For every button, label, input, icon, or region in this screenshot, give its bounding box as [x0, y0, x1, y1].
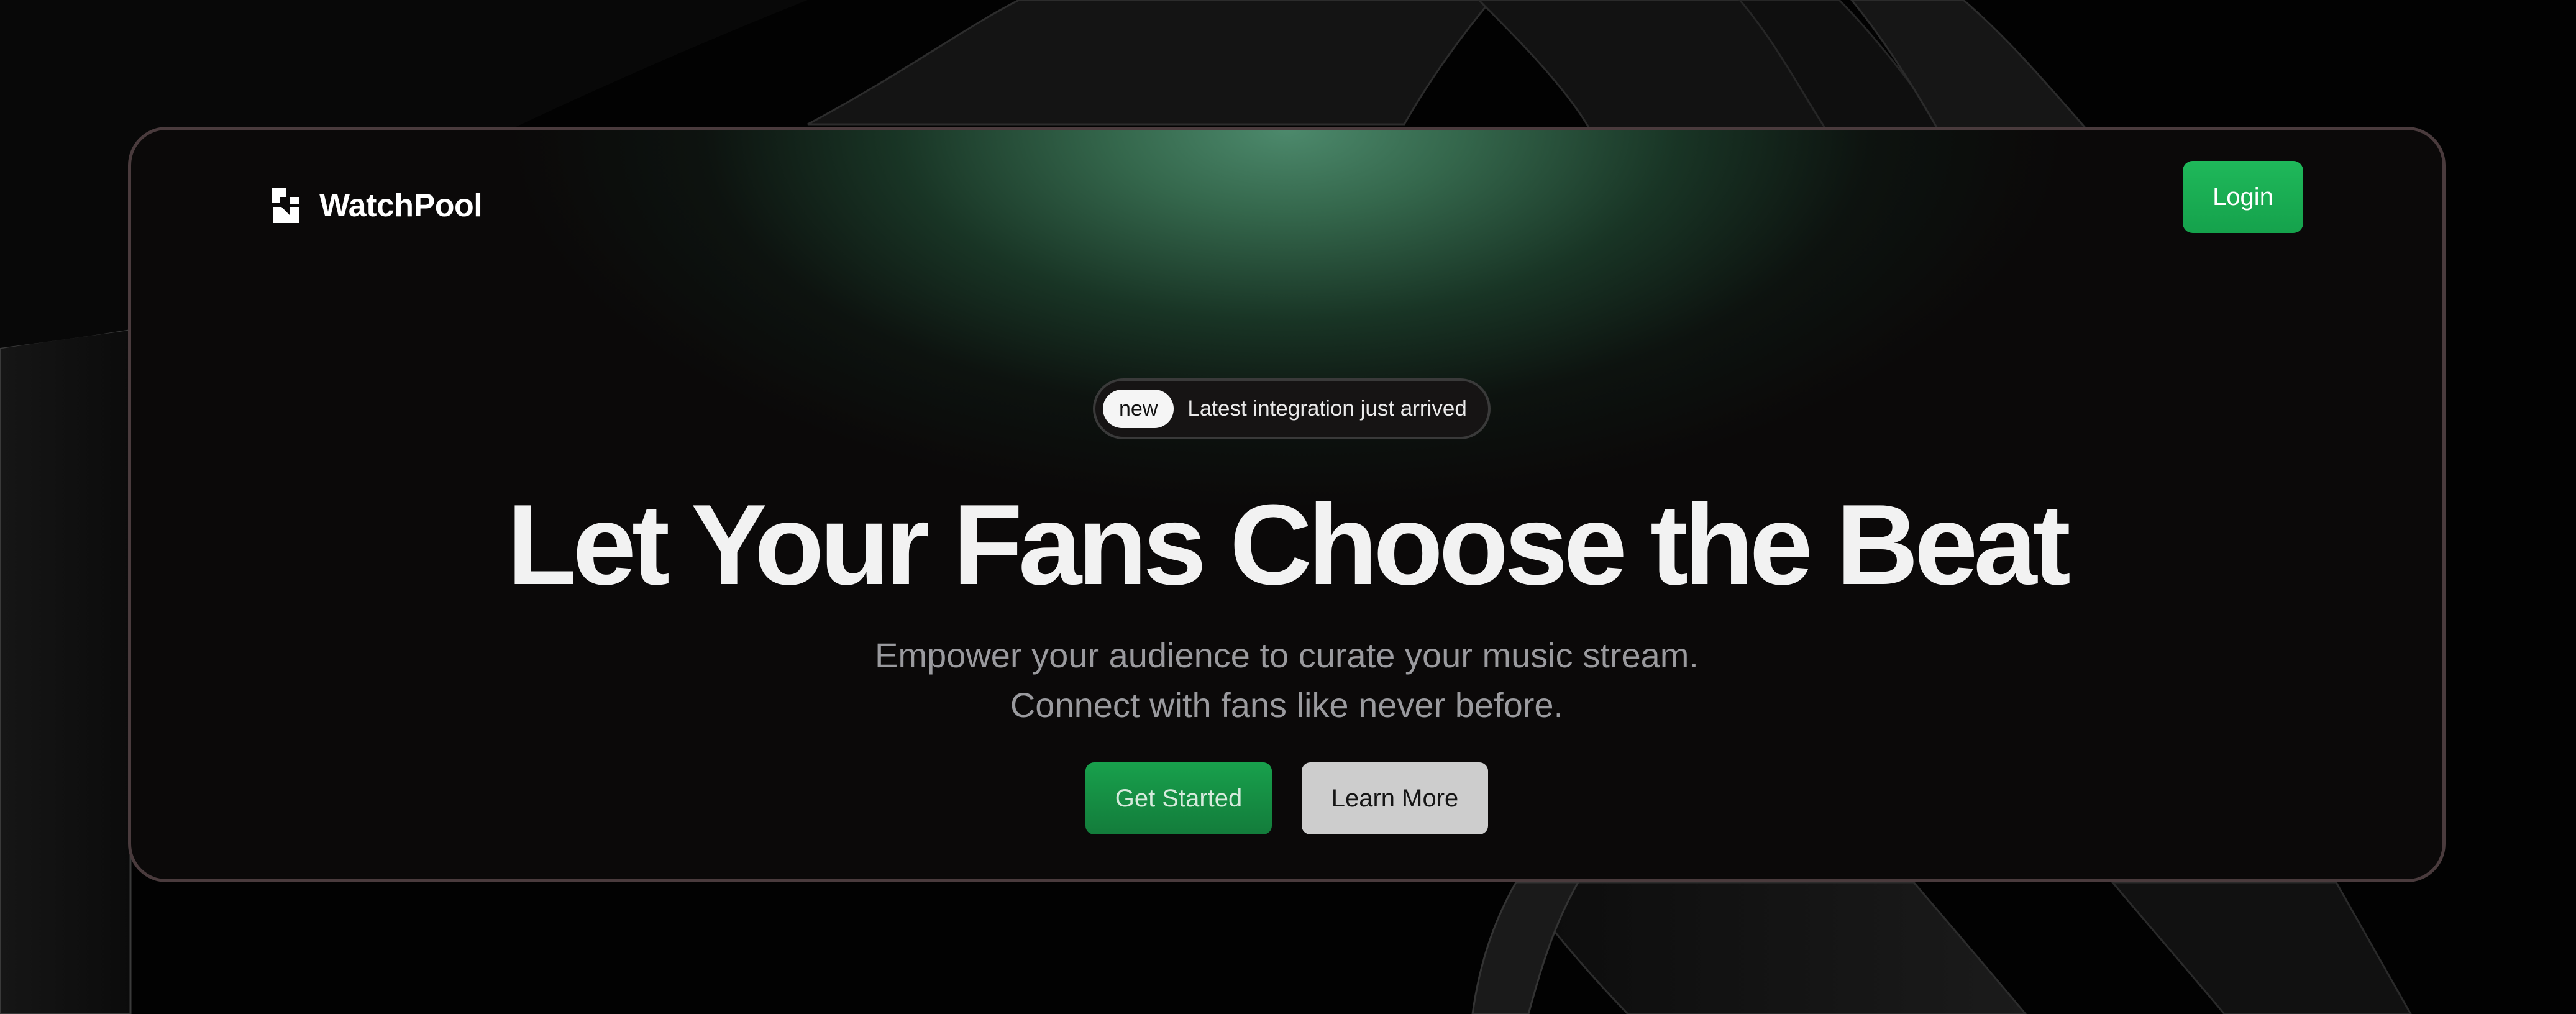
logo-icon — [272, 188, 299, 223]
cta-row: Get Started Learn More — [131, 762, 2442, 834]
announcement-text: Latest integration just arrived — [1187, 396, 1467, 421]
hero-title: Let Your Fans Choose the Beat — [507, 480, 2071, 608]
hero-card: WatchPool Login new Latest integration j… — [128, 127, 2446, 882]
hero-subtitle: Empower your audience to curate your mus… — [131, 631, 2442, 730]
hero-subtitle-line-1: Empower your audience to curate your mus… — [875, 636, 1699, 675]
get-started-button[interactable]: Get Started — [1085, 762, 1272, 834]
brand-name: WatchPool — [319, 188, 483, 224]
brand[interactable]: WatchPool — [272, 176, 483, 235]
login-button[interactable]: Login — [2183, 161, 2303, 233]
learn-more-button[interactable]: Learn More — [1302, 762, 1488, 834]
hero-subtitle-line-2: Connect with fans like never before. — [1010, 685, 1564, 724]
announcement-pill[interactable]: new Latest integration just arrived — [1093, 378, 1491, 439]
new-badge: new — [1103, 390, 1174, 428]
page: WatchPool Login new Latest integration j… — [0, 0, 2576, 1014]
